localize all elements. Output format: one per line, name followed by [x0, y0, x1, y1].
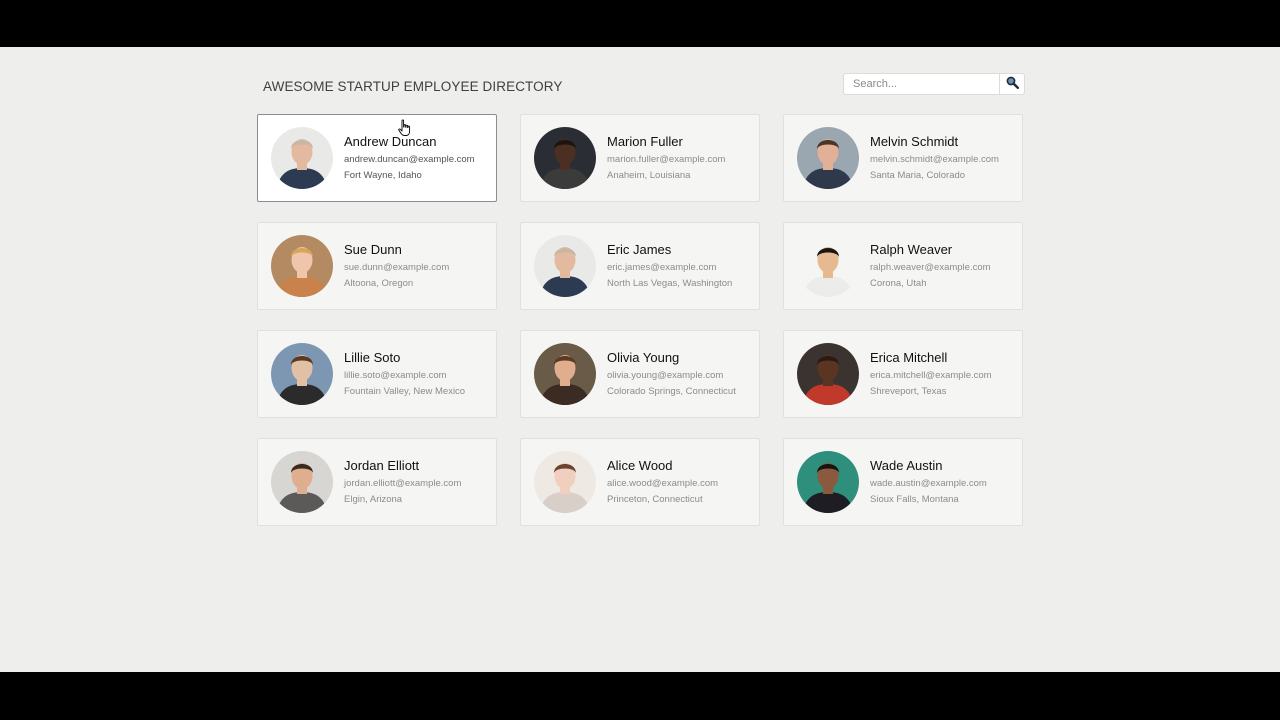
- page-title: AWESOME STARTUP EMPLOYEE DIRECTORY: [263, 79, 563, 94]
- employee-card[interactable]: Wade Austin wade.austin@example.com Sioux …: [783, 438, 1023, 526]
- employee-name: Jordan Elliott: [344, 458, 420, 473]
- employee-location: North Las Vegas, Washington: [607, 278, 733, 289]
- employee-card[interactable]: Ralph Weaver ralph.weaver@example.com Coro…: [783, 222, 1023, 310]
- employee-info: Alice Wood alice.wood@example.com Princeto…: [607, 458, 757, 506]
- employee-name: Eric James: [607, 242, 672, 257]
- employee-info: Sue Dunn sue.dunn@example.com Altoona, Ore…: [344, 242, 494, 290]
- top-letterbox: [0, 0, 1280, 47]
- employee-email: ralph.weaver@example.com: [870, 262, 991, 273]
- avatar: [797, 235, 859, 297]
- employee-email: marion.fuller@example.com: [607, 154, 726, 165]
- employee-location: Shreveport, Texas: [870, 386, 947, 397]
- employee-info: Andrew Duncan andrew.duncan@example.com Fo…: [344, 134, 494, 182]
- employee-info: Olivia Young olivia.young@example.com Colo…: [607, 350, 757, 398]
- avatar: [271, 127, 333, 189]
- employee-location: Colorado Springs, Connecticut: [607, 386, 736, 397]
- employee-location: Altoona, Oregon: [344, 278, 414, 289]
- employee-email: jordan.elliott@example.com: [344, 478, 462, 489]
- employee-name: Ralph Weaver: [870, 242, 953, 257]
- employee-info: Jordan Elliott jordan.elliott@example.com…: [344, 458, 494, 506]
- employee-email: sue.dunn@example.com: [344, 262, 450, 273]
- employee-location: Fort Wayne, Idaho: [344, 170, 422, 181]
- employee-email: eric.james@example.com: [607, 262, 717, 273]
- avatar: [534, 451, 596, 513]
- employee-info: Lillie Soto lillie.soto@example.com Founta…: [344, 350, 494, 398]
- avatar: [534, 127, 596, 189]
- page-header: AWESOME STARTUP EMPLOYEE DIRECTORY: [263, 73, 1025, 103]
- employee-email: melvin.schmidt@example.com: [870, 154, 999, 165]
- search-button[interactable]: [999, 73, 1025, 95]
- avatar: [797, 451, 859, 513]
- employee-name: Erica Mitchell: [870, 350, 948, 365]
- employee-card[interactable]: Marion Fuller marion.fuller@example.com An…: [520, 114, 760, 202]
- employee-grid: Andrew Duncan andrew.duncan@example.com Fo…: [257, 114, 1023, 526]
- search-icon: [1006, 76, 1019, 92]
- avatar: [271, 235, 333, 297]
- employee-email: wade.austin@example.com: [870, 478, 987, 489]
- employee-card[interactable]: Lillie Soto lillie.soto@example.com Founta…: [257, 330, 497, 418]
- employee-card[interactable]: Sue Dunn sue.dunn@example.com Altoona, Ore…: [257, 222, 497, 310]
- employee-location: Santa Maria, Colorado: [870, 170, 966, 181]
- employee-info: Ralph Weaver ralph.weaver@example.com Coro…: [870, 242, 1020, 290]
- employee-location: Sioux Falls, Montana: [870, 494, 959, 505]
- employee-email: olivia.young@example.com: [607, 370, 724, 381]
- employee-email: erica.mitchell@example.com: [870, 370, 992, 381]
- employee-location: Princeton, Connecticut: [607, 494, 703, 505]
- employee-name: Andrew Duncan: [344, 134, 437, 149]
- avatar: [534, 343, 596, 405]
- employee-location: Elgin, Arizona: [344, 494, 403, 505]
- employee-email: andrew.duncan@example.com: [344, 154, 475, 165]
- employee-name: Olivia Young: [607, 350, 680, 365]
- employee-card[interactable]: Erica Mitchell erica.mitchell@example.com…: [783, 330, 1023, 418]
- employee-name: Melvin Schmidt: [870, 134, 959, 149]
- employee-info: Marion Fuller marion.fuller@example.com An…: [607, 134, 757, 182]
- employee-email: lillie.soto@example.com: [344, 370, 447, 381]
- employee-card[interactable]: Andrew Duncan andrew.duncan@example.com Fo…: [257, 114, 497, 202]
- employee-name: Marion Fuller: [607, 134, 683, 149]
- employee-name: Lillie Soto: [344, 350, 401, 365]
- avatar: [797, 127, 859, 189]
- employee-info: Melvin Schmidt melvin.schmidt@example.com…: [870, 134, 1020, 182]
- avatar: [271, 343, 333, 405]
- employee-card[interactable]: Olivia Young olivia.young@example.com Colo…: [520, 330, 760, 418]
- employee-location: Anaheim, Louisiana: [607, 170, 691, 181]
- employee-card[interactable]: Jordan Elliott jordan.elliott@example.com…: [257, 438, 497, 526]
- employee-email: alice.wood@example.com: [607, 478, 719, 489]
- search-form: [843, 73, 1025, 95]
- avatar: [797, 343, 859, 405]
- employee-card[interactable]: Alice Wood alice.wood@example.com Princeto…: [520, 438, 760, 526]
- directory-page: AWESOME STARTUP EMPLOYEE DIRECTORY Andre…: [0, 47, 1280, 672]
- employee-info: Eric James eric.james@example.com North La…: [607, 242, 757, 290]
- employee-location: Corona, Utah: [870, 278, 927, 289]
- employee-name: Alice Wood: [607, 458, 673, 473]
- avatar: [534, 235, 596, 297]
- employee-location: Fountain Valley, New Mexico: [344, 386, 466, 397]
- employee-card[interactable]: Eric James eric.james@example.com North La…: [520, 222, 760, 310]
- employee-info: Erica Mitchell erica.mitchell@example.com…: [870, 350, 1020, 398]
- employee-card[interactable]: Melvin Schmidt melvin.schmidt@example.com…: [783, 114, 1023, 202]
- employee-name: Wade Austin: [870, 458, 943, 473]
- employee-name: Sue Dunn: [344, 242, 402, 257]
- bottom-letterbox: [0, 672, 1280, 720]
- search-input[interactable]: [843, 73, 999, 95]
- avatar: [271, 451, 333, 513]
- employee-info: Wade Austin wade.austin@example.com Sioux …: [870, 458, 1020, 506]
